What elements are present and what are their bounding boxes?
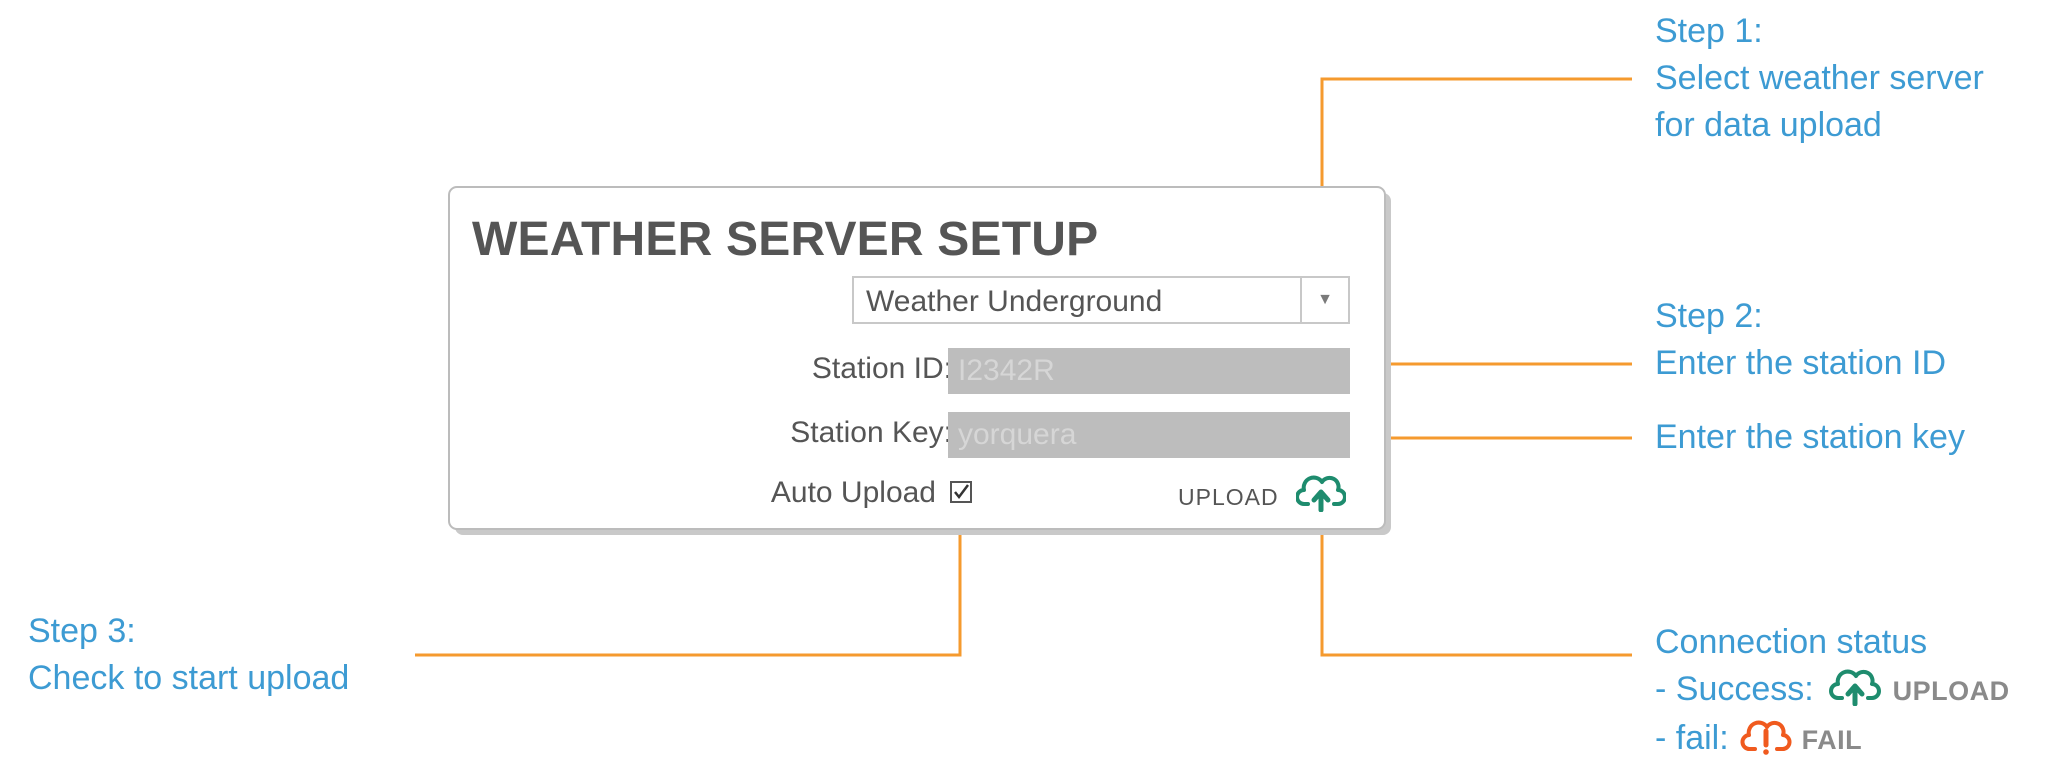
cloud-upload-icon xyxy=(1829,669,1882,707)
station-key-input[interactable]: yorquera xyxy=(948,412,1350,458)
cloud-upload-icon[interactable] xyxy=(1296,472,1346,512)
annotation-step2-title: Step 2: xyxy=(1655,297,1763,335)
annotation-step2: Step 2: Enter the station ID xyxy=(1655,293,1946,387)
annotation-step1-title: Step 1: xyxy=(1655,12,1763,50)
panel-title: WEATHER SERVER SETUP xyxy=(472,213,1099,266)
annotation-step3-line2: Check to start upload xyxy=(28,659,350,697)
annotation-status-title: Connection status xyxy=(1655,623,1928,661)
station-key-label: Station Key: xyxy=(790,416,952,449)
annotation-step2-line2: Enter the station ID xyxy=(1655,344,1947,382)
leader-line-status xyxy=(1320,515,1632,657)
triangle-down-icon[interactable]: ▼ xyxy=(1300,278,1348,322)
station-id-input[interactable]: I2342R xyxy=(948,348,1350,394)
annotation-station-key-line: Enter the station key xyxy=(1655,418,1965,456)
cloud-alert-icon xyxy=(1740,720,1792,755)
annotation-step3-title: Step 3: xyxy=(28,612,136,650)
annotation-step1: Step 1: Select weather server for data u… xyxy=(1655,8,1984,149)
annotation-status-fail: - fail: FAIL xyxy=(1655,715,2010,764)
weather-server-select[interactable]: Weather Underground ▼ xyxy=(852,276,1350,324)
auto-upload-label: Auto Upload xyxy=(770,476,936,509)
status-success-word: UPLOAD xyxy=(1892,676,2010,706)
status-success-prefix: - Success: xyxy=(1655,670,1814,708)
status-fail-prefix: - fail: xyxy=(1655,719,1729,757)
annotation-step1-line2: Select weather server xyxy=(1655,59,1984,97)
auto-upload-checkbox[interactable] xyxy=(950,481,972,503)
upload-status-label: UPLOAD xyxy=(1178,484,1279,510)
weather-server-setup-panel: WEATHER SERVER SETUP Weather Underground… xyxy=(448,186,1386,530)
annotation-status: Connection status - Success: UPLOAD - fa… xyxy=(1655,619,2010,764)
annotation-station-key: Enter the station key xyxy=(1655,414,1965,461)
annotation-step1-line3: for data upload xyxy=(1655,106,1882,144)
annotation-status-success: - Success: UPLOAD xyxy=(1655,666,2010,715)
station-id-label: Station ID: xyxy=(811,352,952,385)
annotation-step3: Step 3: Check to start upload xyxy=(28,608,349,702)
weather-server-select-value: Weather Underground xyxy=(866,285,1163,318)
status-fail-word: FAIL xyxy=(1801,725,1863,755)
checkmark-icon xyxy=(954,484,969,500)
